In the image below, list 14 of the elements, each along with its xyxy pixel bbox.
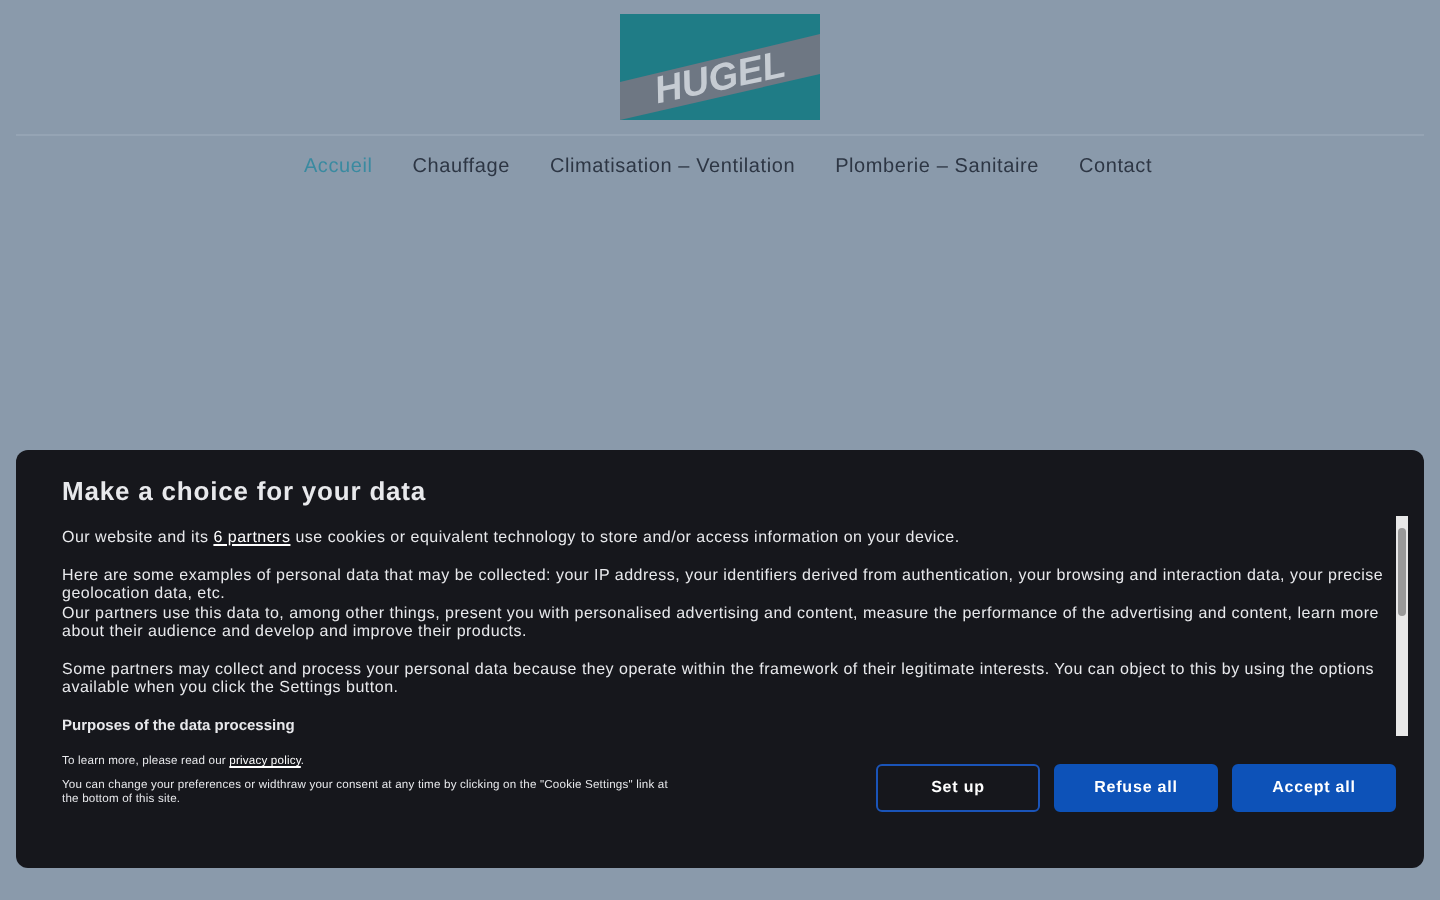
nav-link[interactable]: Chauffage [412, 154, 510, 182]
consent-text: Some partners may collect and process your personal data because they operate within the framework of their legitimate interests. You can object to this by using the options available when you click the Settings button. [62, 659, 1377, 697]
partners-link[interactable]: 6 partners [213, 528, 291, 546]
consent-button[interactable]: Refuse all [1054, 763, 1218, 811]
consent-button[interactable]: Accept all [1232, 763, 1396, 811]
logo[interactable]: HUGEL [620, 14, 820, 120]
consent-text: Here are some examples of personal data that may be collected: your IP address, your identifiers derived from authentication, your browsing and interaction data, your precise geolocation data, etc. Our partners use this data to, among other things, present you with personalised advertising and content, measure the performance of the advertising and content, learn more about their audience and develop and improve their products. [62, 565, 1384, 641]
scrollbar[interactable] [1396, 516, 1408, 736]
nav-link[interactable]: Contact [1078, 154, 1153, 182]
consent-button[interactable]: Set up [876, 763, 1040, 811]
dialog-title: Make a choice for your data [62, 476, 429, 508]
consent-text: Our website and its 6 partners use cookies or equivalent technology to store and/or access information on your device. [62, 528, 962, 547]
nav-link[interactable]: Plomberie – Sanitaire [835, 154, 1039, 182]
nav-link[interactable]: Climatisation – Ventilation [549, 154, 796, 182]
